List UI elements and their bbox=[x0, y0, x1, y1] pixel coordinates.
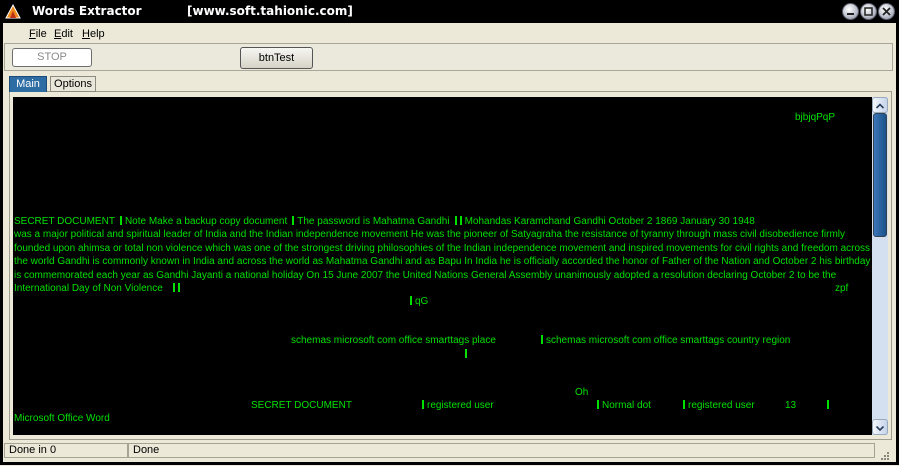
output-secret-document-2: SECRET DOCUMENT bbox=[251, 400, 352, 411]
tab-main[interactable]: Main bbox=[9, 76, 47, 92]
tab-options[interactable]: Options bbox=[50, 76, 96, 92]
output-paragraph-text: was a major political and spiritual lead… bbox=[14, 229, 871, 294]
output-token-qg: qG bbox=[410, 295, 428, 309]
output-doc-line: SECRET DOCUMENT Note Make a backup copy d… bbox=[14, 215, 755, 229]
output-secret-document: SECRET DOCUMENT bbox=[14, 216, 115, 227]
separator-bar bbox=[459, 216, 462, 225]
resize-grip[interactable] bbox=[879, 447, 891, 460]
output-app-name: Microsoft Office Word bbox=[14, 413, 110, 424]
output-textarea[interactable]: bjbjqPqP SECRET DOCUMENT Note Make a back… bbox=[13, 97, 872, 435]
output-schemas-place: schemas microsoft com office smarttags p… bbox=[291, 335, 496, 346]
resize-grip-icon bbox=[881, 452, 889, 460]
status-panel-left: Done in 0 bbox=[4, 443, 128, 458]
close-button[interactable] bbox=[878, 3, 895, 20]
menu-file-label: ile bbox=[35, 28, 47, 40]
separator-bar bbox=[683, 400, 685, 409]
window-title: Words Extractor bbox=[32, 4, 142, 18]
output-registered-user-2-text: registered user bbox=[688, 400, 755, 411]
chevron-down-icon bbox=[875, 425, 885, 432]
separator-bar bbox=[292, 216, 295, 225]
output-schemas-country: schemas microsoft com office smarttags c… bbox=[541, 334, 790, 348]
stop-button[interactable]: STOP bbox=[12, 48, 92, 67]
menu-help-accel: H bbox=[82, 28, 90, 40]
menu-edit[interactable]: Edit bbox=[54, 27, 73, 41]
test-button[interactable]: btnTest bbox=[240, 47, 313, 69]
menu-edit-label: dit bbox=[61, 28, 73, 40]
output-registered-user-1-text: registered user bbox=[427, 400, 494, 411]
minimize-button[interactable] bbox=[842, 3, 859, 20]
menu-file-accel: F bbox=[29, 28, 36, 40]
menu-file[interactable]: File bbox=[29, 27, 47, 41]
separator-bar bbox=[454, 216, 457, 225]
menu-help[interactable]: Help bbox=[82, 27, 105, 41]
toolbar bbox=[4, 43, 893, 71]
output-lone-bar bbox=[465, 348, 470, 362]
scroll-down-button[interactable] bbox=[872, 419, 888, 435]
output-registered-user-2: registered user bbox=[683, 399, 755, 413]
close-icon bbox=[882, 7, 891, 16]
separator-bar bbox=[177, 283, 180, 292]
output-paragraph: was a major political and spiritual lead… bbox=[14, 228, 872, 296]
separator-bar bbox=[172, 283, 175, 292]
separator-bar bbox=[827, 400, 829, 409]
separator-bar bbox=[119, 216, 122, 225]
output-token-qg-text: qG bbox=[415, 296, 429, 307]
separator-bar bbox=[422, 400, 424, 409]
output-token-bjbjqpqp: bjbjqPqP bbox=[795, 112, 836, 123]
status-panel-right: Done bbox=[128, 443, 875, 458]
output-gandhi-name: Mohandas Karamchand Gandhi October 2 186… bbox=[464, 216, 755, 227]
output-registered-user-1: registered user bbox=[422, 399, 494, 413]
separator-bar bbox=[410, 296, 412, 305]
chevron-up-icon bbox=[875, 103, 885, 109]
output-number: 13 bbox=[785, 400, 797, 411]
separator-bar bbox=[597, 400, 599, 409]
output-token-zpf: zpf bbox=[835, 283, 849, 294]
app-icon[interactable] bbox=[4, 3, 22, 20]
maximize-icon bbox=[864, 7, 873, 16]
output-password: The password is Mahatma Gandhi bbox=[297, 216, 450, 227]
output-token-oh: Oh bbox=[575, 387, 589, 398]
output-trailing-bar bbox=[827, 399, 832, 413]
output-normal-dot: Normal dot bbox=[597, 399, 651, 413]
output-normal-dot-text: Normal dot bbox=[602, 400, 651, 411]
minimize-icon bbox=[847, 13, 854, 15]
separator-bar bbox=[541, 335, 543, 344]
window-url-title: [www.soft.tahionic.com] bbox=[187, 4, 353, 18]
scroll-up-button[interactable] bbox=[872, 97, 888, 113]
separator-bar bbox=[465, 349, 467, 358]
maximize-button[interactable] bbox=[860, 3, 877, 20]
output-note: Note Make a backup copy document bbox=[124, 216, 288, 227]
output-schemas-country-text: schemas microsoft com office smarttags c… bbox=[546, 335, 791, 346]
menu-help-label: elp bbox=[89, 28, 105, 40]
scroll-thumb[interactable] bbox=[873, 113, 887, 237]
